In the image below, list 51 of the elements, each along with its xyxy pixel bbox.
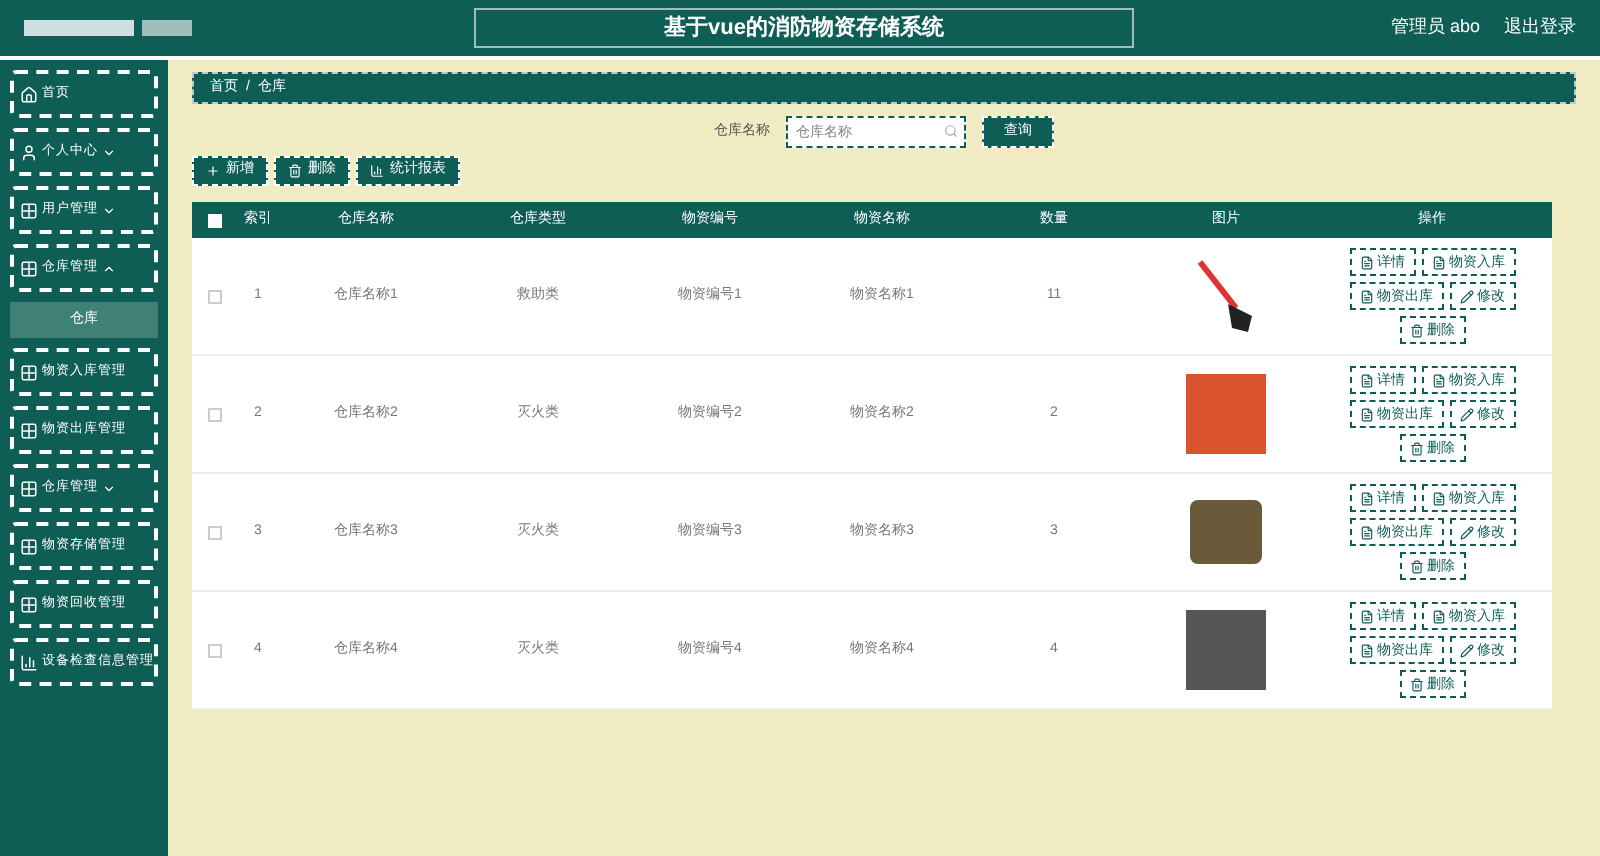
window-title: 基于vue的消防物资存储系统 (474, 7, 1134, 49)
logo-bar-icon (24, 20, 134, 36)
home-icon (20, 85, 38, 103)
chart-icon (20, 653, 38, 671)
document-icon (1431, 373, 1445, 387)
search-icon (944, 124, 958, 138)
plus-icon (206, 164, 220, 178)
document-icon (1359, 643, 1373, 657)
row-checkbox[interactable] (207, 525, 221, 539)
chart-icon (370, 164, 384, 178)
document-icon (1431, 609, 1445, 623)
logout-link[interactable]: 退出登录 (1504, 14, 1576, 42)
pencil-icon (1459, 643, 1473, 657)
row-checkbox[interactable] (207, 289, 221, 303)
photo-placeholder (1190, 500, 1262, 564)
row-checkbox[interactable] (207, 407, 221, 421)
pencil-icon (1459, 525, 1473, 539)
document-icon (1359, 525, 1373, 539)
grid-icon (20, 421, 38, 439)
document-icon (1359, 289, 1373, 303)
chevron-icon (102, 145, 116, 159)
header-checkbox[interactable] (207, 213, 221, 227)
row-checkbox[interactable] (207, 643, 221, 657)
photo-placeholder (1186, 610, 1266, 690)
chevron-icon (102, 203, 116, 217)
photo-placeholder (1186, 374, 1266, 454)
document-icon (1431, 255, 1445, 269)
trash-icon (1409, 559, 1423, 573)
trash-icon (1409, 677, 1423, 691)
grid-icon (20, 537, 38, 555)
grid-icon (20, 595, 38, 613)
grid-icon (20, 201, 38, 219)
grid-icon (20, 259, 38, 277)
chevron-icon (102, 481, 116, 495)
grid-icon (20, 479, 38, 497)
chevron-icon (102, 261, 116, 275)
trash-icon (1409, 441, 1423, 455)
user-name: 管理员 abo (1390, 14, 1480, 41)
user-icon (20, 143, 38, 161)
pencil-icon (1459, 407, 1473, 421)
document-icon (1359, 255, 1373, 269)
document-icon (1359, 373, 1373, 387)
pencil-icon (1459, 289, 1473, 303)
trash-icon (1409, 323, 1423, 337)
trash-icon (288, 164, 302, 178)
document-icon (1359, 609, 1373, 623)
grid-icon (20, 363, 38, 381)
document-icon (1359, 491, 1373, 505)
document-icon (1359, 407, 1373, 421)
document-icon (1431, 491, 1445, 505)
logo-bar-icon (142, 20, 192, 36)
